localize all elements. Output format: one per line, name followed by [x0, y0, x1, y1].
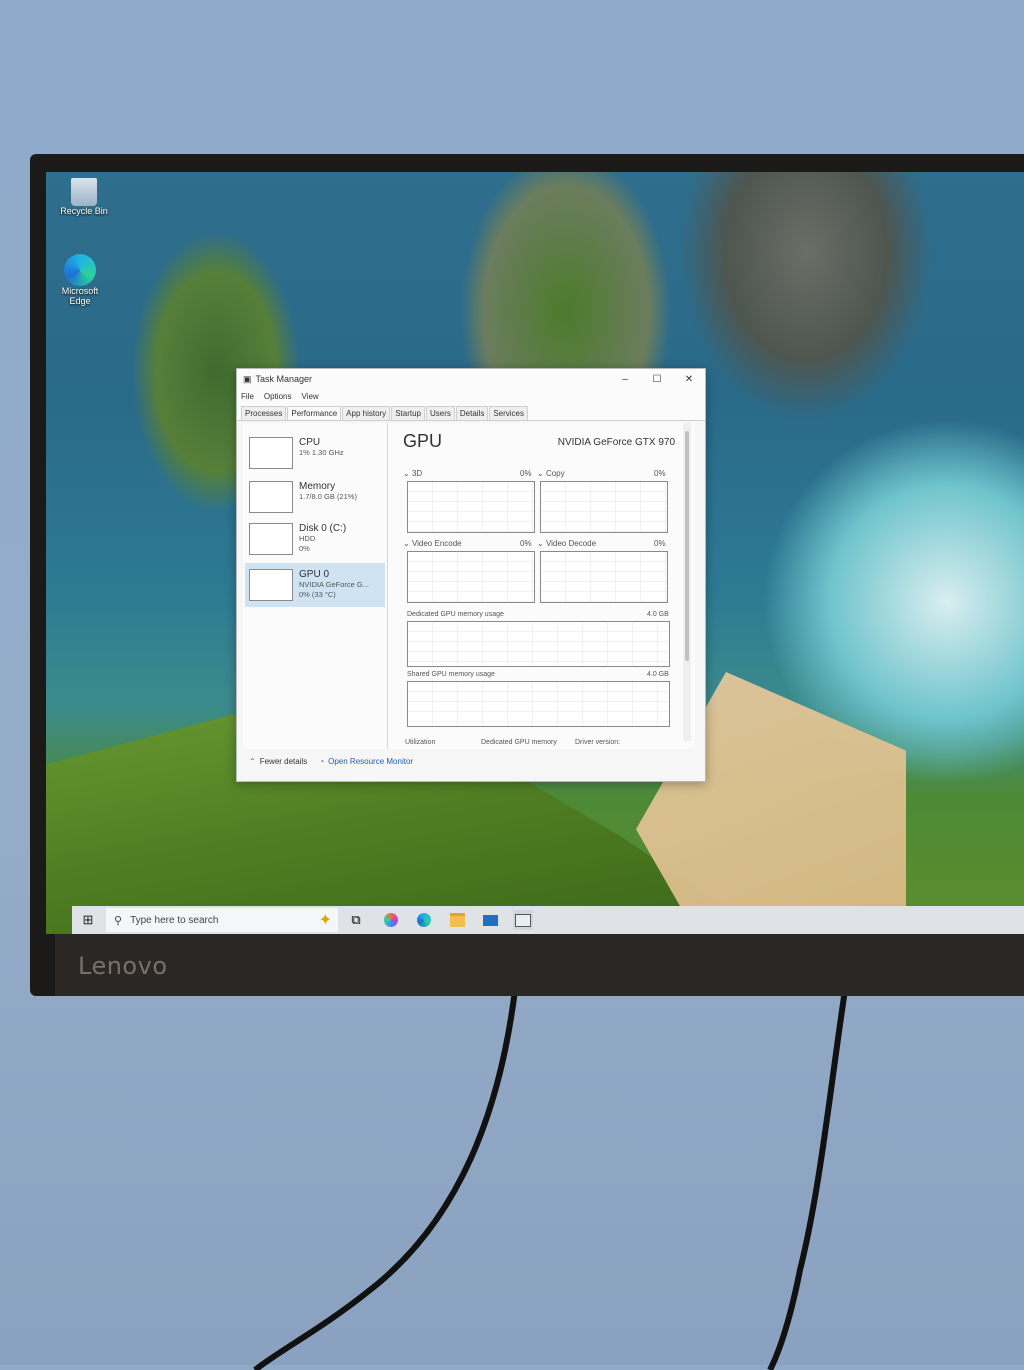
engine-3d-label[interactable]: ⌄ 3D	[403, 469, 422, 478]
sidebar-item-sub: 1.7/8.0 GB (21%)	[299, 492, 357, 501]
tab-services[interactable]: Services	[489, 406, 529, 420]
sidebar-item-title: CPU	[299, 437, 321, 448]
footer-bar: ⌃ Fewer details ◔ Open Resource Monitor	[249, 757, 413, 766]
maximize-button[interactable]: ☐	[641, 374, 673, 385]
engine-copy-label[interactable]: ⌄ Copy	[537, 469, 565, 478]
gpu-thumbnail-graph	[249, 569, 293, 601]
search-placeholder: Type here to search	[130, 914, 219, 926]
sidebar-item-title: Disk 0 (C:)	[299, 523, 347, 534]
engine-video-encode-value: 0%	[520, 539, 532, 548]
cpu-thumbnail-graph	[249, 437, 293, 469]
task-view-icon[interactable]: ⧉	[346, 910, 366, 930]
start-button[interactable]: ⊞	[72, 906, 104, 934]
vertical-scrollbar[interactable]	[683, 423, 691, 741]
monitor-cable	[253, 990, 518, 1370]
sidebar-item-gpu[interactable]: GPU 0 NVIDIA GeForce G... 0% (33 °C)	[245, 563, 385, 607]
tab-startup[interactable]: Startup	[391, 406, 425, 420]
monitor-brand-logo: Lenovo	[78, 952, 168, 980]
sidebar-item-memory[interactable]: Memory 1.7/8.0 GB (21%)	[245, 475, 385, 519]
engine-3d-graph	[407, 481, 535, 533]
performance-panel: CPU 1% 1.30 GHz Memory 1.7/8.0 GB (21%) …	[243, 423, 695, 749]
open-resource-monitor-link[interactable]: Open Resource Monitor	[328, 757, 413, 766]
dedicated-memory-label: Dedicated GPU memory usage	[407, 611, 504, 618]
copilot-icon[interactable]	[381, 910, 401, 930]
page-title: GPU	[403, 431, 443, 451]
gpu-detail-panel: GPU NVIDIA GeForce GTX 970 ⌄ 3D 0% ⌄ Cop…	[399, 423, 691, 749]
search-icon: ⚲	[114, 914, 123, 927]
shared-memory-graph	[407, 681, 670, 727]
desktop-icon-label: Microsoft Edge	[61, 286, 99, 306]
tab-strip: Processes Performance App history Startu…	[237, 404, 705, 421]
engine-video-encode-label[interactable]: ⌄ Video Encode	[403, 539, 462, 548]
mail-icon[interactable]	[480, 910, 500, 930]
sidebar-item-title: Memory	[299, 481, 336, 492]
sidebar-item-sub2: 0% (33 °C)	[299, 590, 336, 599]
desktop-icon-edge[interactable]: Microsoft Edge	[50, 254, 110, 306]
sidebar-item-sub2: 0%	[299, 544, 310, 553]
engine-video-decode-label[interactable]: ⌄ Video Decode	[537, 539, 596, 548]
sidebar-item-cpu[interactable]: CPU 1% 1.30 GHz	[245, 431, 385, 475]
gpu-model-name: NVIDIA GeForce GTX 970	[557, 437, 675, 448]
dedicated-memory-graph	[407, 621, 670, 667]
file-explorer-icon[interactable]	[447, 910, 467, 930]
shared-memory-max: 4.0 GB	[647, 671, 669, 678]
search-highlight-icon: ✦	[318, 912, 332, 929]
window-title: Task Manager	[255, 374, 313, 384]
task-manager-app-icon: ▣	[243, 373, 252, 384]
task-manager-window: ▣ Task Manager – ☐ ✕ File Options View P…	[236, 368, 706, 782]
desktop-icon-label: Recycle Bin	[60, 206, 108, 216]
shared-memory-label: Shared GPU memory usage	[407, 671, 495, 678]
edge-icon	[64, 254, 96, 286]
tab-users[interactable]: Users	[425, 406, 455, 420]
stat-driver-version-label: Driver version:	[575, 739, 621, 746]
title-bar: ▣ Task Manager – ☐ ✕	[237, 369, 705, 389]
stat-dedicated-memory-label: Dedicated GPU memory	[481, 739, 557, 746]
memory-thumbnail-graph	[249, 481, 293, 513]
task-manager-taskbar-icon[interactable]	[513, 910, 533, 930]
menu-bar: File Options View	[237, 389, 705, 404]
tab-processes[interactable]: Processes	[241, 406, 287, 420]
sidebar-item-sub: 1% 1.30 GHz	[299, 448, 344, 457]
sidebar-item-sub: HDD	[299, 534, 316, 543]
engine-3d-value: 0%	[520, 469, 532, 478]
windows-logo-icon: ⊞	[82, 912, 94, 927]
tab-app-history[interactable]: App history	[342, 406, 391, 420]
edge-taskbar-icon[interactable]	[414, 910, 434, 930]
monitor-chin	[55, 934, 1024, 996]
minimize-button[interactable]: –	[609, 374, 641, 385]
menu-file[interactable]: File	[241, 392, 254, 401]
engine-copy-graph	[540, 481, 668, 533]
sidebar-item-title: GPU 0	[299, 569, 330, 580]
recycle-bin-icon	[71, 178, 97, 206]
engine-video-encode-graph	[407, 551, 535, 603]
sidebar-item-sub: NVIDIA GeForce G...	[299, 580, 370, 589]
power-cable	[767, 990, 848, 1370]
tab-performance[interactable]: Performance	[287, 406, 342, 420]
scrollbar-thumb[interactable]	[685, 431, 689, 661]
menu-view[interactable]: View	[301, 392, 318, 401]
chevron-up-icon: ⌃	[249, 757, 256, 766]
stat-utilization-label: Utilization	[405, 739, 436, 746]
desktop-icon-recycle-bin[interactable]: Recycle Bin	[54, 178, 114, 216]
sidebar-item-disk[interactable]: Disk 0 (C:) HDD 0%	[245, 517, 385, 561]
resource-sidebar: CPU 1% 1.30 GHz Memory 1.7/8.0 GB (21%) …	[243, 423, 388, 749]
fewer-details-link[interactable]: Fewer details	[260, 757, 308, 766]
close-button[interactable]: ✕	[673, 374, 705, 385]
taskbar-search-box[interactable]: ⚲ Type here to search ✦	[106, 908, 338, 932]
disk-thumbnail-graph	[249, 523, 293, 555]
menu-options[interactable]: Options	[264, 392, 292, 401]
engine-copy-value: 0%	[654, 469, 666, 478]
resource-monitor-icon: ◔	[319, 757, 325, 766]
tab-details[interactable]: Details	[455, 406, 489, 420]
dedicated-memory-max: 4.0 GB	[647, 611, 669, 618]
engine-video-decode-graph	[540, 551, 668, 603]
engine-video-decode-value: 0%	[654, 539, 666, 548]
